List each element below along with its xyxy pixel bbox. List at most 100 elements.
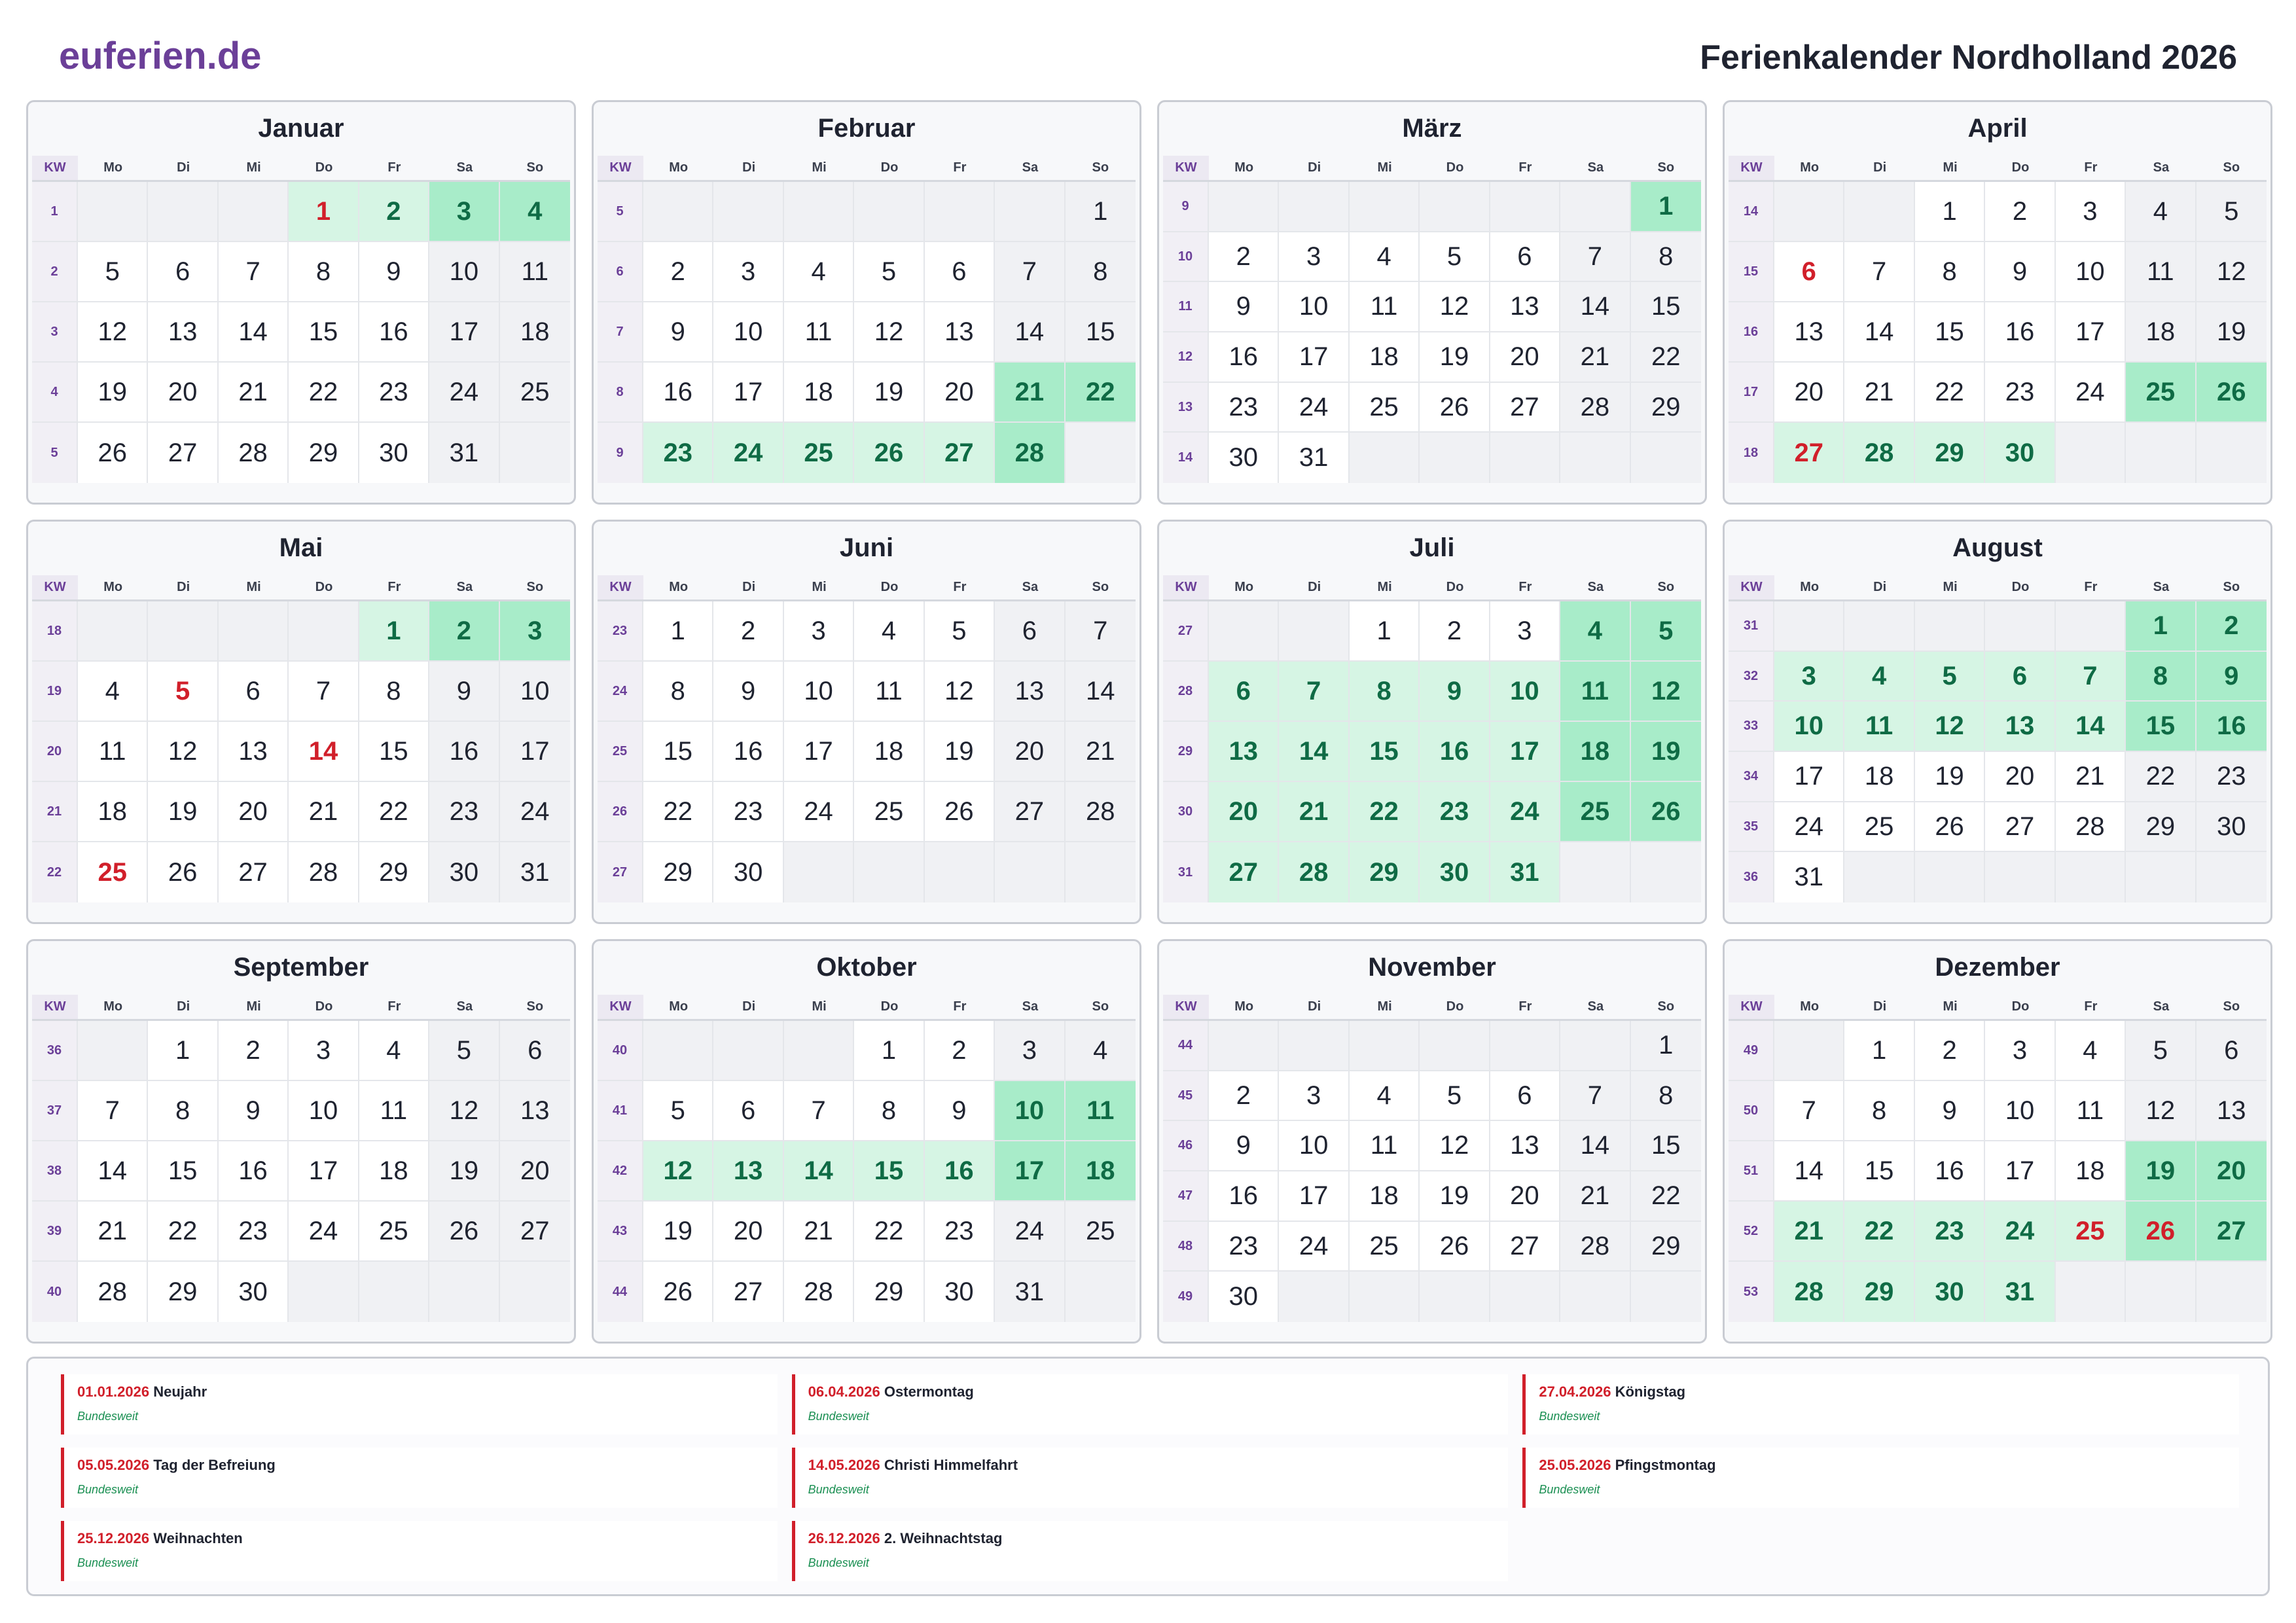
day-cell[interactable]: 24 — [995, 1202, 1066, 1262]
day-cell[interactable]: 6 — [1774, 242, 1845, 302]
day-cell[interactable]: 15 — [1065, 302, 1136, 363]
day-cell[interactable]: 10 — [783, 662, 855, 722]
day-cell[interactable]: 19 — [78, 363, 149, 423]
day-cell[interactable]: 4 — [1844, 651, 1915, 702]
day-cell[interactable]: 1 — [643, 601, 714, 662]
day-cell[interactable]: 25 — [499, 363, 570, 423]
day-cell[interactable]: 7 — [2055, 651, 2126, 702]
day-cell[interactable]: 21 — [289, 782, 359, 842]
day-cell[interactable]: 29 — [1630, 382, 1701, 433]
day-cell[interactable]: 8 — [1844, 1081, 1915, 1141]
day-cell[interactable]: 12 — [148, 722, 219, 782]
day-cell[interactable]: 28 — [1065, 782, 1136, 842]
day-cell[interactable]: 1 — [148, 1021, 219, 1081]
day-cell[interactable]: 9 — [1420, 662, 1490, 722]
day-cell[interactable]: 26 — [1914, 802, 1986, 853]
day-cell[interactable]: 23 — [1985, 363, 2056, 423]
day-cell[interactable]: 10 — [1279, 1121, 1350, 1172]
day-cell[interactable]: 21 — [1774, 1202, 1845, 1262]
day-cell[interactable]: 23 — [429, 782, 500, 842]
day-cell[interactable]: 24 — [289, 1202, 359, 1262]
day-cell[interactable]: 10 — [289, 1081, 359, 1141]
day-cell[interactable]: 15 — [643, 722, 714, 782]
day-cell[interactable]: 11 — [1349, 1121, 1420, 1172]
day-cell[interactable]: 17 — [429, 302, 500, 363]
day-cell[interactable]: 30 — [359, 423, 430, 483]
day-cell[interactable]: 12 — [643, 1141, 714, 1202]
day-cell[interactable]: 2 — [1914, 1021, 1986, 1081]
day-cell[interactable]: 22 — [148, 1202, 219, 1262]
day-cell[interactable]: 3 — [2055, 182, 2126, 242]
day-cell[interactable]: 6 — [995, 601, 1066, 662]
day-cell[interactable]: 17 — [1774, 752, 1845, 802]
day-cell[interactable]: 14 — [2055, 702, 2126, 753]
day-cell[interactable]: 20 — [148, 363, 219, 423]
day-cell[interactable]: 9 — [359, 242, 430, 302]
day-cell[interactable]: 21 — [1844, 363, 1915, 423]
day-cell[interactable]: 6 — [1209, 662, 1280, 722]
day-cell[interactable]: 16 — [359, 302, 430, 363]
day-cell[interactable]: 19 — [854, 363, 925, 423]
day-cell[interactable]: 1 — [359, 601, 430, 662]
day-cell[interactable]: 25 — [1844, 802, 1915, 853]
day-cell[interactable]: 9 — [1209, 1121, 1280, 1172]
day-cell[interactable]: 13 — [499, 1081, 570, 1141]
day-cell[interactable]: 22 — [289, 363, 359, 423]
day-cell[interactable]: 7 — [289, 662, 359, 722]
day-cell[interactable]: 28 — [1774, 1262, 1845, 1322]
day-cell[interactable]: 20 — [499, 1141, 570, 1202]
day-cell[interactable]: 23 — [1209, 1221, 1280, 1272]
day-cell[interactable]: 7 — [783, 1081, 855, 1141]
day-cell[interactable]: 18 — [2055, 1141, 2126, 1202]
day-cell[interactable]: 30 — [924, 1262, 996, 1322]
day-cell[interactable]: 9 — [218, 1081, 289, 1141]
day-cell[interactable]: 22 — [2126, 752, 2197, 802]
day-cell[interactable]: 13 — [713, 1141, 784, 1202]
day-cell[interactable]: 28 — [1279, 842, 1350, 902]
day-cell[interactable]: 21 — [1560, 332, 1631, 383]
day-cell[interactable]: 22 — [1844, 1202, 1915, 1262]
day-cell[interactable]: 11 — [78, 722, 149, 782]
day-cell[interactable]: 15 — [289, 302, 359, 363]
day-cell[interactable]: 4 — [854, 601, 925, 662]
day-cell[interactable]: 4 — [499, 182, 570, 242]
day-cell[interactable]: 5 — [429, 1021, 500, 1081]
day-cell[interactable]: 8 — [1630, 232, 1701, 283]
day-cell[interactable]: 14 — [783, 1141, 855, 1202]
day-cell[interactable]: 25 — [1349, 1221, 1420, 1272]
day-cell[interactable]: 7 — [1560, 1071, 1631, 1122]
day-cell[interactable]: 13 — [148, 302, 219, 363]
day-cell[interactable]: 11 — [783, 302, 855, 363]
day-cell[interactable]: 2 — [1985, 182, 2056, 242]
day-cell[interactable]: 20 — [924, 363, 996, 423]
day-cell[interactable]: 19 — [1914, 752, 1986, 802]
day-cell[interactable]: 31 — [1985, 1262, 2056, 1322]
day-cell[interactable]: 20 — [1209, 782, 1280, 842]
day-cell[interactable]: 31 — [429, 423, 500, 483]
day-cell[interactable]: 12 — [854, 302, 925, 363]
day-cell[interactable]: 8 — [643, 662, 714, 722]
day-cell[interactable]: 5 — [924, 601, 996, 662]
day-cell[interactable]: 4 — [1349, 232, 1420, 283]
day-cell[interactable]: 17 — [2055, 302, 2126, 363]
day-cell[interactable]: 4 — [78, 662, 149, 722]
day-cell[interactable]: 15 — [359, 722, 430, 782]
day-cell[interactable]: 4 — [2055, 1021, 2126, 1081]
day-cell[interactable]: 2 — [924, 1021, 996, 1081]
day-cell[interactable]: 6 — [218, 662, 289, 722]
day-cell[interactable]: 6 — [1490, 1071, 1561, 1122]
day-cell[interactable]: 17 — [1985, 1141, 2056, 1202]
day-cell[interactable]: 29 — [148, 1262, 219, 1322]
day-cell[interactable]: 1 — [1630, 182, 1701, 232]
day-cell[interactable]: 27 — [218, 842, 289, 902]
day-cell[interactable]: 27 — [2196, 1202, 2267, 1262]
day-cell[interactable]: 4 — [1349, 1071, 1420, 1122]
day-cell[interactable]: 19 — [2126, 1141, 2197, 1202]
day-cell[interactable]: 5 — [643, 1081, 714, 1141]
day-cell[interactable]: 13 — [2196, 1081, 2267, 1141]
day-cell[interactable]: 1 — [1349, 601, 1420, 662]
day-cell[interactable]: 17 — [1279, 1171, 1350, 1222]
day-cell[interactable]: 9 — [924, 1081, 996, 1141]
day-cell[interactable]: 18 — [2126, 302, 2197, 363]
day-cell[interactable]: 14 — [995, 302, 1066, 363]
